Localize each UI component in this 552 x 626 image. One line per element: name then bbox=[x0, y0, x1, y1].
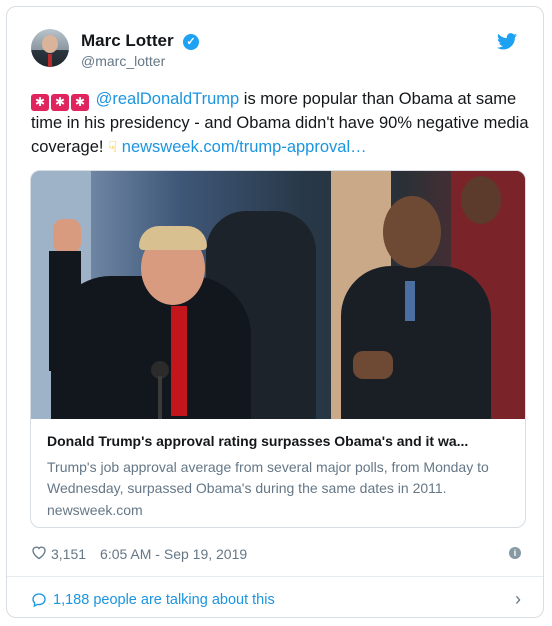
article-title[interactable]: Donald Trump's approval rating surpasses… bbox=[47, 433, 513, 449]
talking-text: 1,188 people are talking about this bbox=[53, 592, 275, 608]
article-link[interactable]: newsweek.com/trump-approval… bbox=[122, 138, 367, 156]
pointing-down-icon: ☟ bbox=[108, 139, 118, 156]
article-domain: newsweek.com bbox=[47, 502, 143, 518]
verified-badge-icon: ✓ bbox=[183, 34, 199, 50]
divider bbox=[7, 576, 543, 577]
article-photo bbox=[31, 171, 525, 419]
link-preview-card[interactable]: Donald Trump's approval rating surpasses… bbox=[30, 170, 526, 528]
comment-icon bbox=[32, 593, 46, 608]
tweet-text: ✱ ✱ ✱ @realDonaldTrump is more popular tha… bbox=[31, 87, 531, 160]
timestamp[interactable]: 6:05 AM - Sep 19, 2019 bbox=[100, 546, 247, 562]
like-count[interactable]: 3,151 bbox=[51, 546, 86, 562]
conversation-link[interactable]: 1,188 people are talking about this bbox=[31, 592, 275, 608]
siren-icon: ✱ bbox=[31, 94, 49, 111]
siren-icon: ✱ bbox=[71, 94, 89, 111]
article-description: Trump's job approval average from severa… bbox=[47, 459, 489, 496]
avatar[interactable] bbox=[31, 29, 69, 67]
author-name[interactable]: Marc Lotter bbox=[81, 31, 174, 51]
heart-icon[interactable] bbox=[31, 545, 47, 563]
siren-icon: ✱ bbox=[51, 94, 69, 111]
tweet-card: Marc Lotter ✓ @marc_lotter ✱ ✱ ✱ @realDona… bbox=[6, 6, 544, 618]
info-icon[interactable]: i bbox=[509, 547, 521, 559]
author-handle[interactable]: @marc_lotter bbox=[81, 53, 165, 69]
tweet-meta: 3,151 6:05 AM - Sep 19, 2019 bbox=[31, 545, 247, 563]
twitter-bird-icon[interactable] bbox=[497, 33, 517, 55]
chevron-right-icon[interactable]: › bbox=[515, 589, 521, 610]
mention-link[interactable]: @realDonaldTrump bbox=[96, 90, 240, 108]
